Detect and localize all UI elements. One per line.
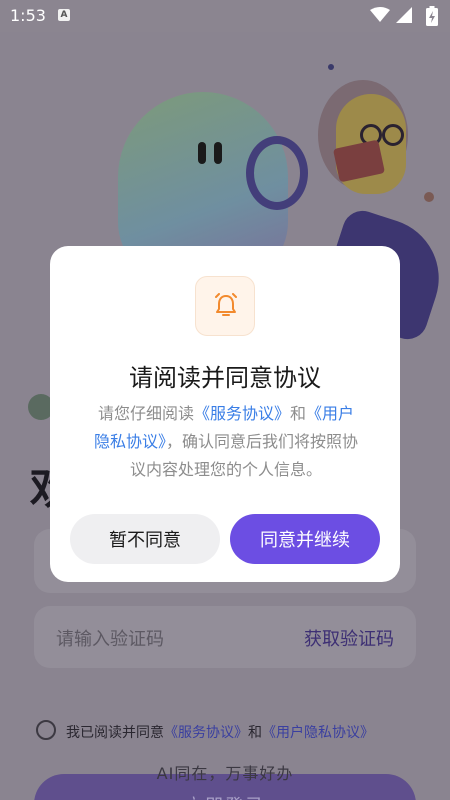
notification-a-icon: A bbox=[58, 9, 70, 21]
code-placeholder: 请输入验证码 bbox=[56, 629, 164, 650]
dialog-title: 请阅读并同意协议 bbox=[129, 364, 321, 392]
accept-continue-button[interactable]: 同意并继续 bbox=[230, 514, 380, 564]
status-bar: 1:53 A bbox=[0, 0, 450, 32]
glasses bbox=[382, 124, 404, 146]
agree-and: 和 bbox=[248, 725, 262, 741]
signal-icon bbox=[396, 7, 412, 23]
decline-button[interactable]: 暂不同意 bbox=[70, 514, 220, 564]
dialog-service-agreement-link[interactable]: 《服务协议》 bbox=[194, 404, 290, 423]
agree-checkbox[interactable] bbox=[36, 720, 56, 740]
privacy-agreement-link[interactable]: 《用户隐私协议》 bbox=[262, 725, 374, 741]
verification-code-field[interactable]: 请输入验证码 获取验证码 bbox=[34, 606, 416, 668]
bell-icon bbox=[215, 293, 237, 316]
status-time: 1:53 bbox=[10, 6, 46, 25]
dialog-body: 请您仔细阅读《服务协议》和《用户隐私协议》，确认同意后我们将按照协议内容处理您的… bbox=[90, 400, 362, 484]
body-and: 和 bbox=[290, 404, 307, 423]
agreement-dialog: 请阅读并同意协议 请您仔细阅读《服务协议》和《用户隐私协议》，确认同意后我们将按… bbox=[50, 246, 400, 582]
agreement-text: 我已阅读并同意《服务协议》和《用户隐私协议》 bbox=[66, 722, 374, 742]
ghost-eye-right bbox=[214, 142, 222, 164]
wifi-icon bbox=[370, 7, 390, 22]
body-prefix: 请您仔细阅读 bbox=[97, 404, 194, 423]
login-button-label: 立即登录 bbox=[34, 792, 416, 800]
magnifier-ring bbox=[246, 136, 308, 210]
battery-charging-icon bbox=[426, 6, 438, 26]
get-code-button[interactable]: 获取验证码 bbox=[304, 625, 394, 651]
ghost-eye-left bbox=[198, 142, 206, 164]
slogan: AI同在，万事好办 bbox=[156, 764, 294, 783]
agree-prefix: 我已阅读并同意 bbox=[66, 725, 164, 741]
dot-decor bbox=[424, 192, 434, 202]
dot-decor bbox=[328, 64, 334, 70]
service-agreement-link[interactable]: 《服务协议》 bbox=[164, 725, 248, 741]
bell-icon-container bbox=[195, 276, 255, 336]
